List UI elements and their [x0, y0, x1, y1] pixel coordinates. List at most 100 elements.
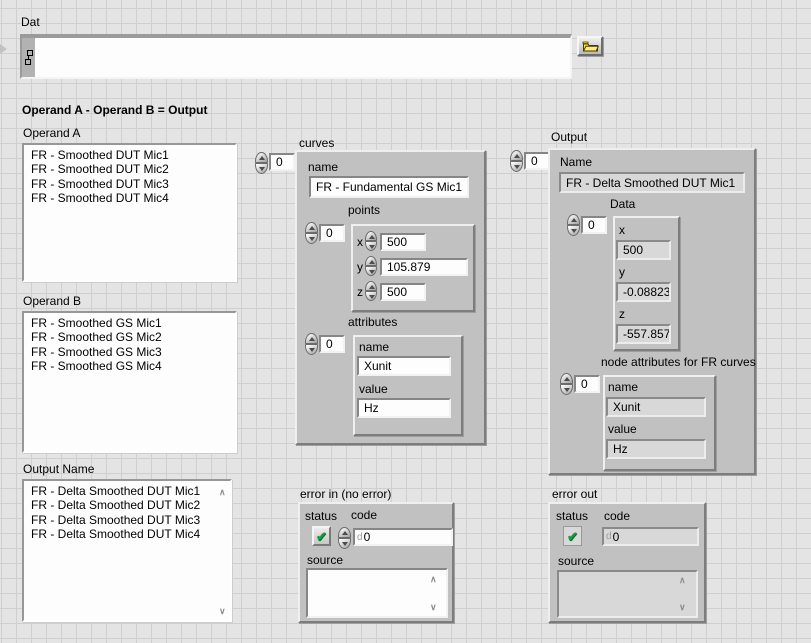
attributes-index-field[interactable]: 0	[319, 335, 345, 353]
operand-a-listbox[interactable]: FR - Smoothed DUT Mic1FR - Smoothed DUT …	[22, 143, 237, 282]
error-in-label: error in (no error)	[300, 488, 391, 501]
data-z-label: z	[619, 308, 625, 321]
error-in-source-input[interactable]	[306, 568, 448, 618]
scroll-down-icon[interactable]: ∨	[430, 603, 437, 612]
attributes-index-spinner[interactable]	[305, 333, 318, 355]
node-attributes-label: node attributes for FR curves	[601, 356, 756, 369]
increment-icon[interactable]	[365, 281, 377, 291]
list-item[interactable]: FR - Delta Smoothed DUT Mic1	[31, 484, 230, 498]
point-x-label: x	[357, 236, 363, 249]
decrement-icon[interactable]	[365, 266, 377, 276]
decrement-icon[interactable]	[510, 161, 523, 172]
increment-icon[interactable]	[305, 333, 318, 344]
scroll-down-icon[interactable]: ∨	[219, 607, 226, 616]
operand-b-listbox[interactable]: FR - Smoothed GS Mic1FR - Smoothed GS Mi…	[22, 311, 237, 453]
scroll-down-icon[interactable]: ∨	[679, 603, 686, 612]
node-attributes-index-field[interactable]: 0	[574, 375, 600, 393]
operand-b-label: Operand B	[23, 295, 81, 308]
output-index-spinner[interactable]	[510, 150, 523, 172]
curve-name-label: name	[308, 161, 338, 174]
decrement-icon[interactable]	[365, 241, 377, 251]
list-item[interactable]: FR - Delta Smoothed DUT Mic4	[31, 527, 230, 541]
list-item[interactable]: FR - Smoothed GS Mic3	[31, 345, 235, 359]
error-in-source-label: source	[307, 554, 343, 567]
decrement-icon[interactable]	[305, 233, 318, 244]
radix-indicator: d	[357, 532, 363, 543]
increment-icon[interactable]	[567, 214, 580, 225]
list-item[interactable]: FR - Delta Smoothed DUT Mic2	[31, 498, 230, 512]
labview-front-panel: Dat Operand A - Operand B = Output Opera…	[0, 0, 811, 643]
node-attributes-index-spinner[interactable]	[560, 373, 573, 395]
decrement-icon[interactable]	[255, 163, 268, 174]
error-in-status-label: status	[305, 510, 337, 523]
point-z-spinner[interactable]	[365, 281, 377, 301]
error-in-code-label: code	[351, 509, 377, 522]
points-index-spinner[interactable]	[305, 222, 318, 244]
list-item[interactable]: FR - Smoothed GS Mic1	[31, 316, 235, 330]
data-x-label: x	[619, 224, 625, 237]
increment-icon[interactable]	[255, 152, 268, 163]
curve-name-input[interactable]: FR - Fundamental GS Mic1	[309, 176, 469, 198]
output-name-label: Output Name	[23, 463, 94, 476]
error-in-code-input[interactable]: d0	[353, 528, 453, 546]
attribute-name-input[interactable]: Xunit	[357, 356, 451, 376]
output-label: Output	[551, 131, 587, 144]
increment-icon[interactable]	[365, 231, 377, 241]
output-name-listbox[interactable]: FR - Delta Smoothed DUT Mic1FR - Delta S…	[22, 479, 232, 622]
point-x-input[interactable]: 500	[380, 233, 426, 251]
point-y-spinner[interactable]	[365, 256, 377, 276]
error-in-code-value: 0	[364, 530, 371, 544]
decrement-icon[interactable]	[305, 344, 318, 355]
panel-edge-arrow-icon	[0, 44, 7, 54]
attribute-value-input[interactable]: Hz	[357, 398, 451, 418]
scroll-up-icon[interactable]: ∧	[219, 488, 226, 497]
attribute-value-label: value	[359, 383, 388, 396]
error-out-label: error out	[552, 488, 597, 501]
list-item[interactable]: FR - Delta Smoothed DUT Mic3	[31, 513, 230, 527]
list-item[interactable]: FR - Smoothed GS Mic2	[31, 330, 235, 344]
list-item[interactable]: FR - Smoothed DUT Mic3	[31, 177, 235, 191]
status-check-icon: ✔	[316, 530, 327, 543]
increment-icon[interactable]	[338, 527, 351, 538]
point-z-input[interactable]: 500	[380, 283, 426, 301]
data-y-indicator: -0.08823	[616, 282, 671, 302]
error-in-status-button[interactable]: ✔	[312, 526, 331, 546]
node-attribute-value-indicator: Hz	[606, 439, 706, 459]
decrement-icon[interactable]	[567, 225, 580, 236]
list-item[interactable]: FR - Smoothed DUT Mic4	[31, 191, 235, 205]
browse-button[interactable]	[577, 36, 603, 56]
point-z-label: z	[357, 286, 363, 299]
points-label: points	[348, 204, 380, 217]
list-item[interactable]: FR - Smoothed DUT Mic1	[31, 148, 235, 162]
decrement-icon[interactable]	[365, 291, 377, 301]
decrement-icon[interactable]	[338, 538, 351, 549]
data-index-spinner[interactable]	[567, 214, 580, 236]
curves-index-spinner[interactable]	[255, 152, 268, 174]
scroll-up-icon[interactable]: ∧	[430, 575, 437, 584]
increment-icon[interactable]	[365, 256, 377, 266]
increment-icon[interactable]	[560, 373, 573, 384]
data-x-indicator: 500	[616, 240, 671, 260]
increment-icon[interactable]	[510, 150, 523, 161]
output-index-field[interactable]: 0	[524, 152, 550, 170]
file-path-input[interactable]	[20, 34, 572, 79]
list-item[interactable]: FR - Smoothed DUT Mic2	[31, 162, 235, 176]
scroll-up-icon[interactable]: ∧	[679, 576, 686, 585]
error-out-source-label: source	[558, 555, 594, 568]
error-in-code-spinner[interactable]	[338, 527, 351, 549]
output-name-field-label: Name	[560, 156, 592, 169]
output-name-indicator: FR - Delta Smoothed DUT Mic1	[559, 172, 745, 193]
point-y-input[interactable]: 105.879	[380, 258, 468, 276]
error-out-source-indicator	[557, 570, 698, 618]
open-folder-icon	[582, 40, 599, 52]
data-index-field[interactable]: 0	[581, 216, 607, 234]
attribute-name-label: name	[359, 341, 389, 354]
decrement-icon[interactable]	[560, 384, 573, 395]
list-item[interactable]: FR - Smoothed GS Mic4	[31, 359, 235, 373]
data-z-indicator: -557.857	[616, 324, 671, 344]
points-index-field[interactable]: 0	[319, 224, 345, 242]
point-x-spinner[interactable]	[365, 231, 377, 251]
radix-indicator: d	[606, 531, 612, 542]
increment-icon[interactable]	[305, 222, 318, 233]
curves-index-field[interactable]: 0	[269, 153, 295, 171]
